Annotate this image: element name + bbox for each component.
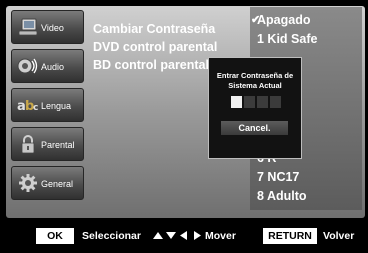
sidebar-item-label: Lengua xyxy=(41,101,72,111)
return-key[interactable]: RETURN xyxy=(263,228,317,244)
gear-icon xyxy=(19,174,37,192)
parental-menu: Cambiar Contraseña DVD control parental … xyxy=(93,20,217,74)
pin-digit-box[interactable] xyxy=(270,96,281,108)
option-nc17[interactable]: 7 NC17 xyxy=(257,170,299,184)
pin-digit-box[interactable] xyxy=(257,96,268,108)
sidebar-item-audio[interactable]: Audio xyxy=(11,49,84,83)
menu-item-change-password[interactable]: Cambiar Contraseña xyxy=(93,20,217,38)
option-label: 7 NC17 xyxy=(257,170,300,184)
cancel-button[interactable]: Cancel. xyxy=(221,121,288,135)
sidebar: Video Audio a b c Lengua Parental Genera… xyxy=(11,10,84,205)
option-label: 8 Adulto xyxy=(257,189,307,203)
option-kid-safe[interactable]: 1 Kid Safe xyxy=(257,32,317,46)
checkmark-icon: ✔ xyxy=(251,14,261,26)
sidebar-item-label: Video xyxy=(41,23,64,33)
sidebar-item-label: General xyxy=(41,179,74,189)
menu-item-dvd-parental-control[interactable]: DVD control parental xyxy=(93,38,217,56)
video-icon xyxy=(18,18,38,36)
svg-text:c: c xyxy=(33,103,38,113)
ok-key[interactable]: OK xyxy=(36,228,74,244)
speaker-icon xyxy=(17,58,38,74)
arrow-keys-icon xyxy=(153,231,201,240)
move-label: Mover xyxy=(205,230,236,242)
option-label: 1 Kid Safe xyxy=(257,32,318,46)
pin-digit-box[interactable] xyxy=(244,96,255,108)
sidebar-item-video[interactable]: Video xyxy=(11,10,84,44)
password-dialog: Entrar Contraseña de Sistema Actual Canc… xyxy=(208,57,302,159)
option-off[interactable]: ✔ Apagado xyxy=(251,13,311,27)
help-bar: OK Seleccionar Mover RETURN Volver xyxy=(0,218,368,253)
pin-digit-box[interactable] xyxy=(231,96,242,108)
language-icon: a b c xyxy=(17,99,38,114)
sidebar-item-parental[interactable]: Parental xyxy=(11,127,84,161)
sidebar-item-label: Audio xyxy=(41,62,65,72)
parental-settings-screen: Video Audio a b c Lengua Parental Genera… xyxy=(0,0,368,253)
sidebar-item-label: Parental xyxy=(41,140,75,150)
ok-label: Seleccionar xyxy=(82,230,141,242)
option-adult[interactable]: 8 Adulto xyxy=(257,189,307,203)
dialog-title: Entrar Contraseña de Sistema Actual xyxy=(216,71,294,90)
option-label: Apagado xyxy=(257,13,311,27)
sidebar-item-general[interactable]: General xyxy=(11,166,84,200)
menu-item-bd-parental-control[interactable]: BD control parental xyxy=(93,56,217,74)
return-label: Volver xyxy=(323,230,355,242)
sidebar-item-language[interactable]: a b c Lengua xyxy=(11,88,84,122)
lock-icon xyxy=(21,135,35,154)
